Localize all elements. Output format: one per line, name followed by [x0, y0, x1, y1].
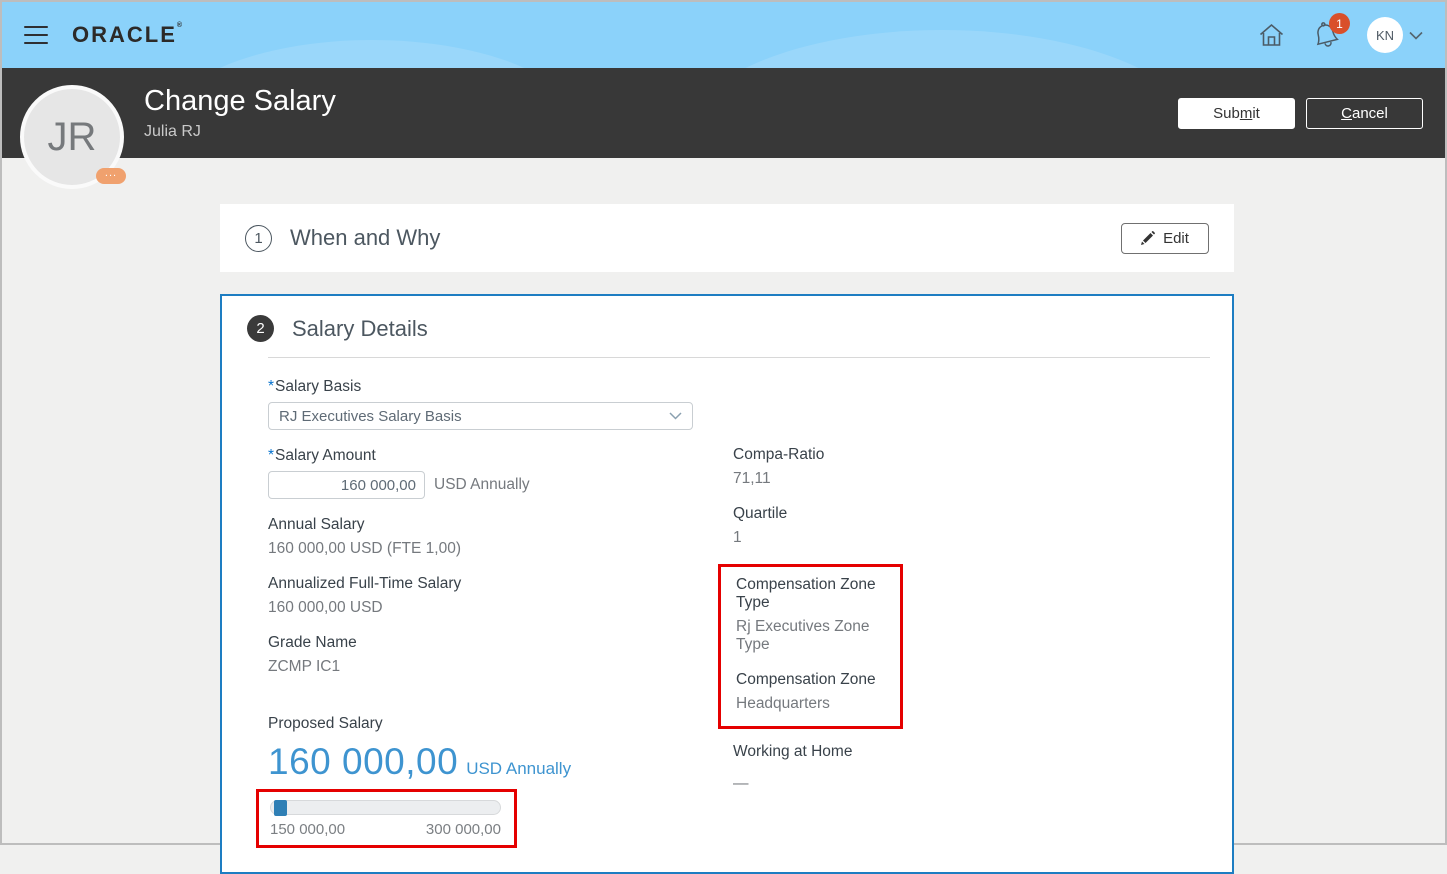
- step-number-badge: 1: [245, 224, 272, 252]
- topbar: ORACLE® 1 KN: [2, 2, 1445, 68]
- annual-salary-field: Annual Salary 160 000,00 USD (FTE 1,00): [268, 516, 733, 558]
- quartile-value: 1: [733, 529, 742, 546]
- submit-button[interactable]: Submit: [1178, 97, 1295, 129]
- salary-basis-field: *Salary Basis RJ Executives Salary Basis: [268, 378, 733, 430]
- quartile-field: Quartile 1: [733, 505, 1210, 547]
- working-at-home-field: Working at Home —: [733, 743, 1210, 793]
- salary-amount-suffix: USD Annually: [434, 476, 530, 493]
- proposed-salary-suffix: USD Annually: [466, 759, 572, 778]
- quartile-label: Quartile: [733, 505, 788, 522]
- working-at-home-value: —: [733, 775, 749, 792]
- annual-salary-value: 160 000,00 USD (FTE 1,00): [268, 540, 461, 557]
- edit-button[interactable]: Edit: [1121, 222, 1209, 254]
- compensation-zone-field: Compensation Zone Headquarters: [736, 671, 890, 713]
- proposed-salary-field: Proposed Salary 160 000,00 USD Annually …: [256, 715, 733, 848]
- compensation-zone-label: Compensation Zone: [736, 671, 876, 688]
- home-button[interactable]: [1258, 22, 1285, 48]
- slider-max-label: 300 000,00: [425, 821, 501, 838]
- notification-badge: 1: [1329, 13, 1350, 34]
- pencil-icon: [1141, 231, 1156, 245]
- page-subtitle: Julia RJ: [144, 123, 201, 140]
- salary-amount-field: *Salary Amount USD Annually: [268, 447, 733, 499]
- proposed-salary-amount: 160 000,00: [268, 741, 459, 782]
- compensation-zone-type-label: Compensation Zone Type: [736, 576, 876, 611]
- employee-avatar: JR ...: [20, 85, 126, 189]
- avatar-more-badge[interactable]: ...: [96, 168, 126, 184]
- grade-name-field: Grade Name ZCMP IC1: [268, 634, 733, 676]
- proposed-salary-label: Proposed Salary: [268, 715, 383, 732]
- section-salary-details: 2 Salary Details *Salary Basis RJ Execut…: [220, 294, 1234, 874]
- compensation-zone-type-value: Rj Executives Zone Type: [736, 618, 870, 653]
- annual-salary-label: Annual Salary: [268, 516, 365, 533]
- slider-handle[interactable]: [274, 800, 287, 816]
- salary-amount-input[interactable]: [268, 471, 425, 499]
- page-header: JR ... Change Salary Julia RJ Submit Can…: [2, 68, 1445, 189]
- registered-mark: ®: [176, 22, 185, 29]
- slider-min-label: 150 000,00: [270, 821, 346, 838]
- highlight-box-compensation-zone: Compensation Zone Type Rj Executives Zon…: [718, 564, 903, 729]
- annualized-full-time-salary-field: Annualized Full-Time Salary 160 000,00 U…: [268, 575, 733, 617]
- working-at-home-label: Working at Home: [733, 743, 853, 760]
- grade-name-value: ZCMP IC1: [268, 658, 341, 675]
- annualized-full-time-salary-value: 160 000,00 USD: [268, 599, 383, 616]
- compensation-zone-value: Headquarters: [736, 695, 830, 712]
- compensation-zone-type-field: Compensation Zone Type Rj Executives Zon…: [736, 576, 890, 654]
- compa-ratio-label: Compa-Ratio: [733, 446, 825, 463]
- section-title-salary-details: Salary Details: [292, 315, 428, 341]
- salary-slider[interactable]: [270, 800, 501, 816]
- annualized-full-time-salary-label: Annualized Full-Time Salary: [268, 575, 462, 592]
- grade-name-label: Grade Name: [268, 634, 357, 651]
- user-avatar: KN: [1367, 17, 1403, 53]
- hamburger-menu-icon[interactable]: [24, 26, 48, 44]
- page-title: Change Salary: [144, 85, 336, 117]
- salary-basis-label: *Salary Basis: [268, 378, 362, 395]
- step-number-badge: 2: [247, 315, 274, 342]
- notifications-button[interactable]: 1: [1313, 13, 1350, 49]
- salary-basis-select[interactable]: RJ Executives Salary Basis: [268, 402, 693, 430]
- compa-ratio-field: Compa-Ratio 71,11: [733, 446, 1210, 488]
- home-icon: [1258, 22, 1285, 48]
- salary-amount-label: *Salary Amount: [268, 447, 376, 464]
- section-title-when-and-why: When and Why: [290, 225, 441, 250]
- oracle-logo: ORACLE®: [72, 22, 185, 47]
- cancel-button[interactable]: Cancel: [1306, 97, 1423, 129]
- highlight-box-salary-slider: 150 000,00 300 000,00: [256, 789, 517, 848]
- compa-ratio-value: 71,11: [733, 470, 771, 487]
- chevron-down-icon: [669, 412, 682, 420]
- section-divider: [268, 357, 1210, 358]
- user-menu[interactable]: KN: [1367, 17, 1423, 53]
- section-when-and-why: 1 When and Why Edit: [220, 204, 1234, 272]
- chevron-down-icon: [1409, 31, 1423, 40]
